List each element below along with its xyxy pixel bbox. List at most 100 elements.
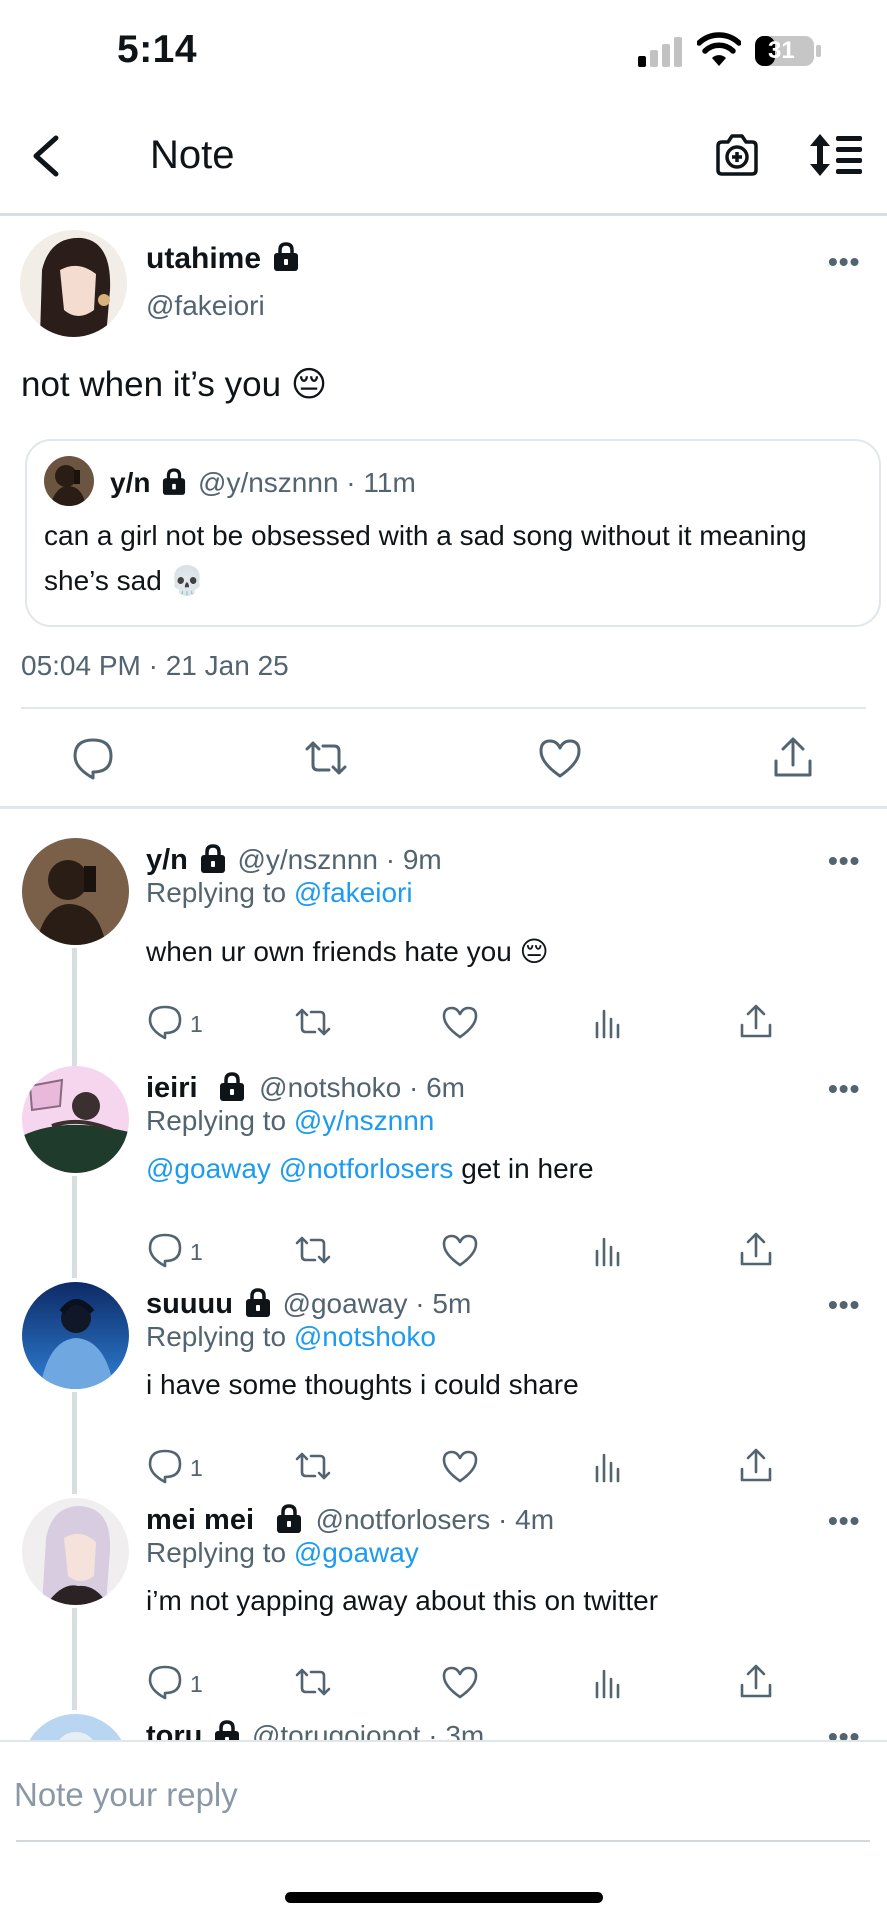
repost-icon[interactable] [294,1231,332,1269]
repost-icon[interactable] [294,1003,332,1041]
more-options-icon[interactable]: ••• [828,845,860,877]
like-icon[interactable] [441,1447,479,1485]
reply-icon[interactable] [70,735,116,781]
reply-input[interactable] [14,1770,864,1820]
views-icon[interactable] [590,1447,628,1485]
like-icon[interactable] [441,1231,479,1269]
reply-author-name[interactable]: y/n [146,844,188,876]
reply-author-name[interactable]: mei mei [146,1504,254,1536]
replying-to-link[interactable]: @goaway [294,1537,419,1568]
reply-author-name[interactable]: suuuu [146,1288,233,1320]
quote-text: can a girl not be obsessed with a sad so… [44,520,807,596]
reply-meta: @goaway · 5m [282,1288,472,1319]
repost-icon[interactable] [303,735,349,781]
reply-meta: @notshoko · 6m [259,1072,465,1103]
quote-author-name: y/n [110,467,151,498]
replying-label: Replying to [146,1321,287,1352]
share-icon[interactable] [770,735,816,781]
views-icon[interactable] [590,1663,628,1701]
sort-icon[interactable] [810,132,864,178]
note-text: not when it’s you 😔 [21,365,328,404]
lock-icon [276,1503,301,1533]
cellular-signal-icon [638,37,682,67]
share-icon[interactable] [737,1663,775,1701]
author-handle[interactable]: @fakeiori [146,290,265,322]
more-options-icon[interactable]: ••• [828,246,860,278]
like-icon[interactable] [537,735,583,781]
quote-header: y/n @y/nsznnn · 11m [110,467,416,499]
reply-text-body: get in here [461,1153,594,1184]
reply-meta: @notforlosers · 4m [315,1504,555,1535]
reply-icon[interactable] [146,1447,184,1485]
replying-to: Replying to @fakeiori [146,877,413,909]
avatar[interactable] [22,1066,129,1173]
replying-to: Replying to @y/nsznnn [146,1105,434,1137]
like-icon[interactable] [441,1003,479,1041]
composer-underline [16,1840,870,1842]
thread-line [72,1392,77,1494]
share-icon[interactable] [737,1003,775,1041]
back-button[interactable] [22,128,70,184]
camera-plus-icon[interactable] [714,132,760,178]
author-name[interactable]: utahime [146,242,299,276]
share-icon[interactable] [737,1231,775,1269]
thread-line [72,948,77,1066]
avatar[interactable] [22,1498,129,1605]
mention-links[interactable]: @goaway @notforlosers [146,1153,453,1184]
more-options-icon[interactable]: ••• [828,1073,860,1105]
reply-text: i have some thoughts i could share [146,1369,579,1400]
reply-count: 1 [190,1671,203,1697]
replying-to-link[interactable]: @fakeiori [294,877,413,908]
reply-count: 1 [190,1011,203,1037]
header-divider [0,213,887,216]
reply-text: when ur own friends hate you 😔 [146,936,549,967]
thread-line [72,1176,77,1278]
replying-to: Replying to @goaway [146,1537,419,1569]
wifi-icon [697,32,741,66]
reply-count: 1 [190,1455,203,1481]
lock-icon [220,1071,245,1101]
repost-icon[interactable] [294,1663,332,1701]
home-indicator[interactable] [285,1892,603,1903]
divider [0,806,887,809]
reply-icon[interactable] [146,1231,184,1269]
note-timestamp: 05:04 PM · 21 Jan 25 [21,650,289,681]
reply-text: @goaway @notforlosers get in here [146,1153,594,1185]
reply-author-name[interactable]: ieiri [146,1072,198,1104]
quote-meta: @y/nsznnn · 11m [198,467,416,498]
share-icon[interactable] [737,1447,775,1485]
avatar[interactable] [20,230,127,337]
battery-level: 31 [768,37,795,64]
reply-icon[interactable] [146,1003,184,1041]
replying-label: Replying to [146,877,287,908]
author-name-text: utahime [146,242,262,275]
replying-to-link[interactable]: @y/nsznnn [294,1105,435,1136]
replying-label: Replying to [146,1537,287,1568]
reply-header: suuuu @goaway · 5m [146,1287,472,1321]
lock-icon [245,1287,270,1317]
more-options-icon[interactable]: ••• [828,1289,860,1321]
reply-header: ieiri @notshoko · 6m [146,1071,465,1105]
status-time: 5:14 [117,28,198,71]
replying-to-link[interactable]: @notshoko [294,1321,436,1352]
avatar[interactable] [22,838,129,945]
reply-icon[interactable] [146,1663,184,1701]
reply-meta: @y/nsznnn · 9m [237,844,442,875]
lock-icon [163,467,186,495]
avatar[interactable] [22,1282,129,1389]
reply-header: mei mei @notforlosers · 4m [146,1503,555,1537]
battery-icon: 31 [754,34,822,68]
repost-icon[interactable] [294,1447,332,1485]
replying-label: Replying to [146,1105,287,1136]
views-icon[interactable] [590,1003,628,1041]
views-icon[interactable] [590,1231,628,1269]
divider [21,707,866,709]
like-icon[interactable] [441,1663,479,1701]
page-title: Note [150,133,235,177]
reply-header: y/n @y/nsznnn · 9m [146,843,442,877]
more-options-icon[interactable]: ••• [828,1505,860,1537]
reply-count: 1 [190,1239,203,1265]
avatar [44,456,94,506]
thread-line [72,1608,77,1710]
lock-icon [200,843,225,873]
